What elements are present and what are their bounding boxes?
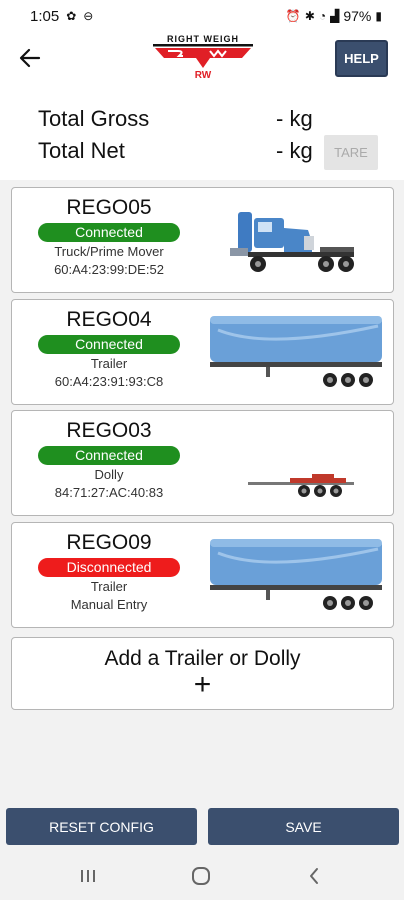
logo-mark: RW bbox=[195, 70, 212, 81]
trailer-icon bbox=[210, 316, 382, 387]
unit-rego: REGO09 bbox=[66, 531, 152, 554]
unit-type: Dolly bbox=[94, 467, 124, 482]
battery-icon: ▮ bbox=[375, 9, 382, 23]
dolly-icon bbox=[248, 474, 354, 497]
app-header: RIGHT WEIGH RW HELP bbox=[0, 32, 404, 88]
unit-card[interactable]: REGO03 Connected Dolly 84:71:27:AC:40:83 bbox=[11, 410, 394, 516]
status-left: 1:05 ✿ ⊖ bbox=[30, 8, 93, 25]
unit-type: Trailer bbox=[90, 579, 128, 594]
do-not-disturb-icon: ⊖ bbox=[83, 9, 94, 23]
unit-detail: 84:71:27:AC:40:83 bbox=[54, 485, 164, 500]
home-button[interactable] bbox=[186, 864, 216, 888]
back-button[interactable] bbox=[17, 45, 43, 71]
unit-card[interactable]: REGO04 Connected Trailer 60:A4:23:91:93:… bbox=[11, 299, 394, 405]
right-weigh-logo: RIGHT WEIGH RW bbox=[150, 34, 256, 82]
unit-type: Trailer bbox=[90, 356, 128, 371]
unit-detail: 60:A4:23:91:93:C8 bbox=[54, 374, 164, 389]
unit-detail: Manual Entry bbox=[70, 597, 148, 612]
add-trailer-button[interactable]: Add a Trailer or Dolly + bbox=[11, 637, 394, 710]
recents-button[interactable] bbox=[73, 864, 103, 888]
save-button[interactable]: SAVE bbox=[208, 808, 399, 845]
signal-icon: ▟ bbox=[330, 9, 340, 23]
help-button[interactable]: HELP bbox=[335, 40, 388, 77]
unit-rego: REGO05 bbox=[66, 196, 152, 219]
unit-rego: REGO03 bbox=[66, 419, 152, 442]
total-net-label: Total Net bbox=[38, 138, 125, 163]
tare-button[interactable]: TARE bbox=[324, 135, 378, 170]
arrow-left-icon bbox=[19, 48, 41, 68]
status-time: 1:05 bbox=[30, 7, 60, 25]
unit-info: REGO09 Disconnected Trailer Manual Entry bbox=[38, 531, 180, 614]
wifi-icon: ◔ bbox=[318, 9, 327, 23]
unit-detail: 60:A4:23:99:DE:52 bbox=[54, 262, 164, 277]
plus-icon: + bbox=[193, 668, 212, 701]
unit-card[interactable]: REGO05 Connected Truck/Prime Mover 60:A4… bbox=[11, 187, 394, 293]
system-nav-bar bbox=[0, 852, 404, 900]
back-icon bbox=[310, 868, 318, 884]
logo-mark-icon: RW bbox=[153, 44, 253, 81]
total-gross-value: - kg bbox=[276, 106, 313, 131]
recents-icon bbox=[81, 870, 95, 882]
alarm-icon: ⏰ bbox=[285, 9, 301, 23]
unit-card[interactable]: REGO09 Disconnected Trailer Manual Entry bbox=[11, 522, 394, 628]
total-net-value: - kg bbox=[276, 138, 313, 163]
nav-back-button[interactable] bbox=[299, 864, 329, 888]
status-badge: Disconnected bbox=[38, 558, 180, 577]
status-badge: Connected bbox=[38, 335, 180, 354]
truck-icon bbox=[230, 212, 354, 272]
status-bar: 1:05 ✿ ⊖ ⏰ ✱ ◔ ▟ 97% ▮ bbox=[0, 0, 404, 32]
status-right: ⏰ ✱ ◔ ▟ 97% ▮ bbox=[286, 8, 382, 24]
unit-info: REGO05 Connected Truck/Prime Mover 60:A4… bbox=[38, 196, 180, 279]
unit-info: REGO04 Connected Trailer 60:A4:23:91:93:… bbox=[38, 308, 180, 391]
unit-type: Truck/Prime Mover bbox=[54, 244, 164, 259]
unit-rego: REGO04 bbox=[66, 308, 152, 331]
reset-config-button[interactable]: RESET CONFIG bbox=[6, 808, 197, 845]
bluetooth-icon: ✱ bbox=[304, 9, 315, 23]
total-gross-label: Total Gross bbox=[38, 106, 150, 131]
battery-percent: 97% bbox=[343, 8, 372, 24]
trailer-icon bbox=[210, 539, 382, 610]
unit-info: REGO03 Connected Dolly 84:71:27:AC:40:83 bbox=[38, 419, 180, 502]
totals-panel: Total Gross - kg Total Net - kg TARE bbox=[0, 88, 404, 180]
home-icon bbox=[192, 867, 210, 885]
status-badge: Connected bbox=[38, 446, 180, 465]
status-badge: Connected bbox=[38, 223, 180, 242]
pinwheel-icon: ✿ bbox=[66, 9, 77, 23]
